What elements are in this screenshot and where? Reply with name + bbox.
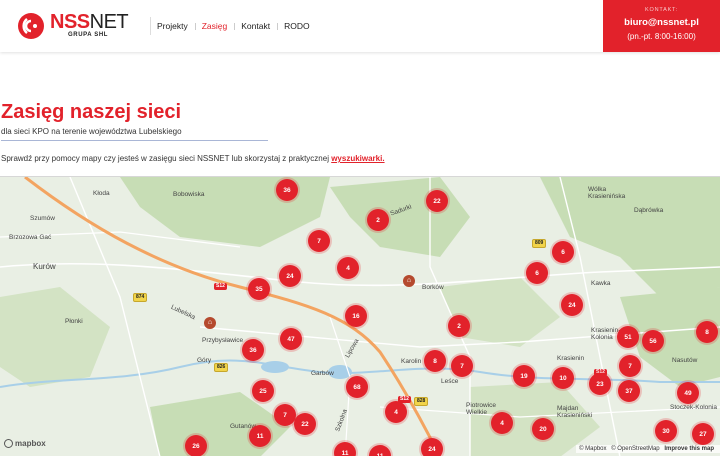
title-underline [1,140,268,141]
place-label: Karolin [401,358,422,365]
place-label: Przybysławice [202,337,244,344]
coverage-cluster[interactable]: 4 [385,401,407,423]
nav-rodo[interactable]: RODO [277,21,317,31]
main-nav: Projekty Zasięg Kontakt RODO [150,0,317,52]
mapbox-logo-icon [4,439,13,448]
coverage-cluster[interactable]: 20 [532,418,554,440]
search-tool-link[interactable]: wyszukiwarki. [331,154,384,163]
place-label: Kurów [33,262,56,271]
place-label: Dąbrówka [634,207,664,214]
coverage-cluster[interactable]: 2 [448,315,470,337]
coverage-cluster[interactable]: 24 [421,438,443,456]
coverage-cluster[interactable]: 7 [274,404,296,426]
place-label: Stoczek-Kolonia [670,404,717,411]
coverage-cluster[interactable]: 10 [552,367,574,389]
coverage-cluster[interactable]: 4 [337,257,359,279]
place-label: Borków [422,284,444,291]
coverage-cluster[interactable]: 25 [252,380,274,402]
place-label: Wólka Krasienińska [588,186,626,200]
coverage-cluster[interactable]: 27 [692,423,714,445]
place-label: Bobowiska [173,191,205,198]
contact-email-link[interactable]: biuro@nssnet.pl [603,17,720,28]
coverage-cluster[interactable]: 7 [451,355,473,377]
road-shield-s12: S12 [214,283,227,290]
home-marker-icon[interactable]: ⌂ [204,317,216,329]
coverage-cluster[interactable]: 35 [248,278,270,300]
nav-kontakt[interactable]: Kontakt [234,21,277,31]
map-attribution: © Mapbox © OpenStreetMap Improve this ma… [576,445,720,453]
place-label: Nasutów [672,357,698,364]
road-shield-874: 874 [133,293,148,302]
coverage-cluster[interactable]: 47 [280,328,302,350]
road-shield-809: 809 [532,239,547,248]
contact-box: KONTAKT: biuro@nssnet.pl (pn.-pt. 8:00-1… [603,0,720,52]
coverage-cluster[interactable]: 16 [345,305,367,327]
contact-hours: (pn.-pt. 8:00-16:00) [627,32,696,41]
coverage-cluster[interactable]: 6 [552,241,574,263]
page-title: Zasięg naszej sieci [1,101,182,123]
coverage-cluster[interactable]: 24 [279,265,301,287]
coverage-cluster[interactable]: 51 [617,326,639,348]
coverage-cluster[interactable]: 49 [677,382,699,404]
coverage-cluster[interactable]: 7 [308,230,330,252]
coverage-cluster[interactable]: 56 [642,330,664,352]
coverage-cluster[interactable]: 8 [696,321,718,343]
coverage-cluster[interactable]: 22 [426,190,448,212]
coverage-cluster[interactable]: 68 [346,376,368,398]
attribution-mapbox-link[interactable]: © Mapbox [579,446,606,452]
coverage-cluster[interactable]: 11 [249,425,271,447]
coverage-cluster[interactable]: 36 [242,339,264,361]
nssnet-logo[interactable]: NSSNET GRUPA SHL [16,11,136,41]
place-label: Kłoda [93,190,110,197]
mapbox-wordmark: mapbox [15,439,46,448]
place-label: Majdan Krasieniński [557,405,593,419]
place-label: Brzozowa Gać [9,234,52,241]
coverage-cluster[interactable]: 26 [185,435,207,456]
page-subtitle: dla sieci KPO na terenie województwa Lub… [1,127,182,136]
coverage-cluster[interactable]: 19 [513,365,535,387]
coverage-cluster[interactable]: 6 [526,262,548,284]
logo-wordmark: NSSNET [50,11,129,33]
logo-subtitle: GRUPA SHL [68,32,109,38]
nav-zasieg[interactable]: Zasięg [194,21,235,31]
coverage-map[interactable]: S12 874 826 809 S12 828 S12 Kłoda Bobowi… [0,176,720,456]
coverage-cluster[interactable]: 22 [294,413,316,435]
coverage-cluster[interactable]: 36 [276,179,298,201]
logo-mark-icon [18,13,44,39]
mapbox-logo[interactable]: mapbox [4,439,46,448]
place-label: Płonki [65,318,83,325]
contact-label: KONTAKT: [645,7,678,13]
coverage-cluster[interactable]: 2 [367,209,389,231]
intro-text: Sprawdź przy pomocy mapy czy jesteś w za… [1,154,385,163]
intro-sentence: Sprawdź przy pomocy mapy czy jesteś w za… [1,154,329,163]
coverage-cluster[interactable]: 23 [589,373,611,395]
coverage-cluster[interactable]: 37 [618,380,640,402]
coverage-cluster[interactable]: 4 [491,412,513,434]
place-label: Góry [197,357,212,364]
place-label: Leśce [441,378,459,385]
coverage-cluster[interactable]: 7 [619,355,641,377]
place-label: Krasienin [557,355,585,362]
road-shield-828: 828 [414,397,429,406]
improve-map-link[interactable]: Improve this map [664,446,714,452]
coverage-cluster[interactable]: 30 [655,420,677,442]
place-label: Garbów [311,370,334,377]
nav-projekty[interactable]: Projekty [150,21,195,31]
place-label: Kawka [591,280,611,287]
site-header: NSSNET GRUPA SHL Projekty Zasięg Kontakt… [0,0,720,52]
place-label: Szumów [30,215,55,222]
coverage-cluster[interactable]: 8 [424,350,446,372]
attribution-osm-link[interactable]: © OpenStreetMap [611,446,659,452]
road-shield-826: 826 [214,363,229,372]
home-marker-icon[interactable]: ⌂ [403,275,415,287]
coverage-cluster[interactable]: 24 [561,294,583,316]
